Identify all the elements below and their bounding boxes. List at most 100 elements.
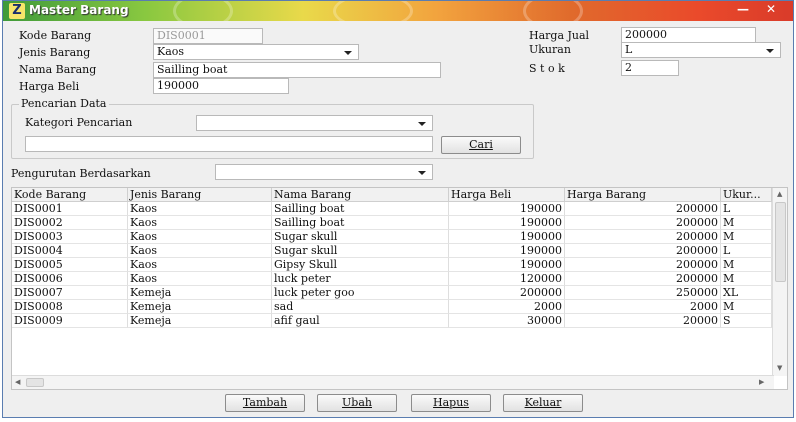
column-header[interactable]: Ukur...: [721, 188, 772, 202]
chevron-down-icon: [766, 49, 774, 53]
stok-field[interactable]: 2: [621, 60, 679, 76]
table-cell: Kaos: [128, 244, 272, 258]
table-cell: Sugar skull: [272, 244, 449, 258]
chevron-down-icon: [344, 51, 352, 55]
table-cell: luck peter goo: [272, 286, 449, 300]
vertical-scroll-thumb[interactable]: [775, 202, 786, 282]
scroll-down-icon[interactable]: ▼: [777, 364, 782, 372]
table-cell: M: [721, 272, 772, 286]
column-header[interactable]: Nama Barang: [272, 188, 449, 202]
table-cell: 200000: [565, 272, 721, 286]
table-cell: Kemeja: [128, 286, 272, 300]
table-row[interactable]: DIS0003 Kaos Sugar skull 190000 200000 M: [12, 230, 772, 244]
keluar-button-label: Keluar: [524, 396, 562, 409]
scroll-left-icon[interactable]: ◀: [15, 378, 20, 386]
column-header[interactable]: Harga Beli: [449, 188, 565, 202]
kategori-pencarian-select[interactable]: [196, 115, 433, 131]
table-cell: Kaos: [128, 230, 272, 244]
table-cell: L: [721, 202, 772, 216]
table-cell: DIS0008: [12, 300, 128, 314]
ubah-button-label: Ubah: [342, 396, 372, 409]
pengurutan-label: Pengurutan Berdasarkan: [11, 167, 151, 180]
table-cell: 120000: [449, 272, 565, 286]
jenis-barang-value: Kaos: [157, 45, 185, 58]
column-header[interactable]: Jenis Barang: [128, 188, 272, 202]
table-row[interactable]: DIS0002 Kaos Sailling boat 190000 200000 M: [12, 216, 772, 230]
scroll-right-icon[interactable]: ▶: [759, 378, 764, 386]
horizontal-scrollbar[interactable]: ◀ ▶: [12, 375, 774, 389]
table-cell: S: [721, 314, 772, 328]
app-logo-icon: Z: [9, 3, 25, 19]
column-header[interactable]: Harga Barang: [565, 188, 721, 202]
tambah-button-label: Tambah: [242, 396, 288, 409]
table-row[interactable]: DIS0005 Kaos Gipsy Skull 190000 200000 M: [12, 258, 772, 272]
table-cell: DIS0003: [12, 230, 128, 244]
chevron-down-icon: [418, 122, 426, 126]
table-cell: Sailling boat: [272, 216, 449, 230]
horizontal-scroll-thumb[interactable]: [26, 378, 44, 387]
table-cell: 200000: [565, 244, 721, 258]
minimize-icon[interactable]: —: [733, 2, 753, 18]
table-cell: 20000: [565, 314, 721, 328]
harga-jual-field[interactable]: 200000: [621, 27, 756, 43]
table-cell: DIS0007: [12, 286, 128, 300]
harga-jual-label: Harga Jual: [529, 29, 590, 42]
vertical-scrollbar[interactable]: ▲ ▼: [772, 188, 787, 376]
title-bar[interactable]: Z Master Barang — ✕: [3, 1, 793, 21]
scroll-up-icon[interactable]: ▲: [777, 190, 782, 198]
title-bar-decoration: [523, 1, 583, 21]
table-cell: DIS0002: [12, 216, 128, 230]
table-cell: 2000: [449, 300, 565, 314]
cari-button-label: Cari: [469, 138, 493, 151]
table-cell: Kaos: [128, 202, 272, 216]
nama-barang-field[interactable]: Sailling boat: [153, 62, 441, 78]
column-header[interactable]: Kode Barang: [12, 188, 128, 202]
table-cell: DIS0006: [12, 272, 128, 286]
tambah-button[interactable]: Tambah: [225, 394, 305, 412]
table-row[interactable]: DIS0006 Kaos luck peter 120000 200000 M: [12, 272, 772, 286]
search-keyword-input[interactable]: [25, 136, 433, 152]
table-cell: 200000: [565, 230, 721, 244]
title-bar-decoration: [173, 1, 233, 21]
nama-barang-label: Nama Barang: [19, 63, 97, 76]
cari-button[interactable]: Cari: [441, 136, 521, 154]
jenis-barang-select[interactable]: Kaos: [153, 44, 359, 60]
close-icon[interactable]: ✕: [761, 2, 781, 18]
keluar-button[interactable]: Keluar: [503, 394, 583, 412]
table-cell: 190000: [449, 216, 565, 230]
table-cell: 30000: [449, 314, 565, 328]
barang-table[interactable]: Kode Barang Jenis Barang Nama Barang Harga …: [11, 187, 788, 390]
stok-label: S t o k: [529, 62, 565, 75]
kode-barang-field[interactable]: DIS0001: [153, 28, 263, 44]
ubah-button[interactable]: Ubah: [317, 394, 397, 412]
table-cell: Kemeja: [128, 300, 272, 314]
table-cell: Kaos: [128, 272, 272, 286]
table-row[interactable]: DIS0007 Kemeja luck peter goo 200000 250000 X…: [12, 286, 772, 300]
table-cell: M: [721, 258, 772, 272]
table-cell: 190000: [449, 258, 565, 272]
ukuran-select[interactable]: L: [621, 42, 781, 58]
kategori-pencarian-label: Kategori Pencarian: [25, 116, 133, 129]
table-row[interactable]: DIS0008 Kemeja sad 2000 2000 M: [12, 300, 772, 314]
title-bar-decoration: [333, 1, 413, 21]
table-cell: 200000: [565, 216, 721, 230]
table-cell: Sailling boat: [272, 202, 449, 216]
table-cell: luck peter: [272, 272, 449, 286]
table-cell: 190000: [449, 244, 565, 258]
hapus-button[interactable]: Hapus: [411, 394, 491, 412]
table-cell: 200000: [449, 286, 565, 300]
table-header: Kode Barang Jenis Barang Nama Barang Harga …: [12, 188, 772, 202]
ukuran-value: L: [625, 43, 633, 56]
table-cell: DIS0004: [12, 244, 128, 258]
pengurutan-select[interactable]: [215, 164, 433, 180]
table-cell: 190000: [449, 230, 565, 244]
table-cell: 2000: [565, 300, 721, 314]
table-cell: M: [721, 230, 772, 244]
table-cell: DIS0001: [12, 202, 128, 216]
table-row[interactable]: DIS0009 Kemeja afif gaul 30000 20000 S: [12, 314, 772, 328]
table-row[interactable]: DIS0001 Kaos Sailling boat 190000 200000 L: [12, 202, 772, 216]
table-cell: Kaos: [128, 258, 272, 272]
harga-beli-field[interactable]: 190000: [153, 78, 289, 94]
table-row[interactable]: DIS0004 Kaos Sugar skull 190000 200000 L: [12, 244, 772, 258]
window-title: Master Barang: [29, 3, 129, 17]
